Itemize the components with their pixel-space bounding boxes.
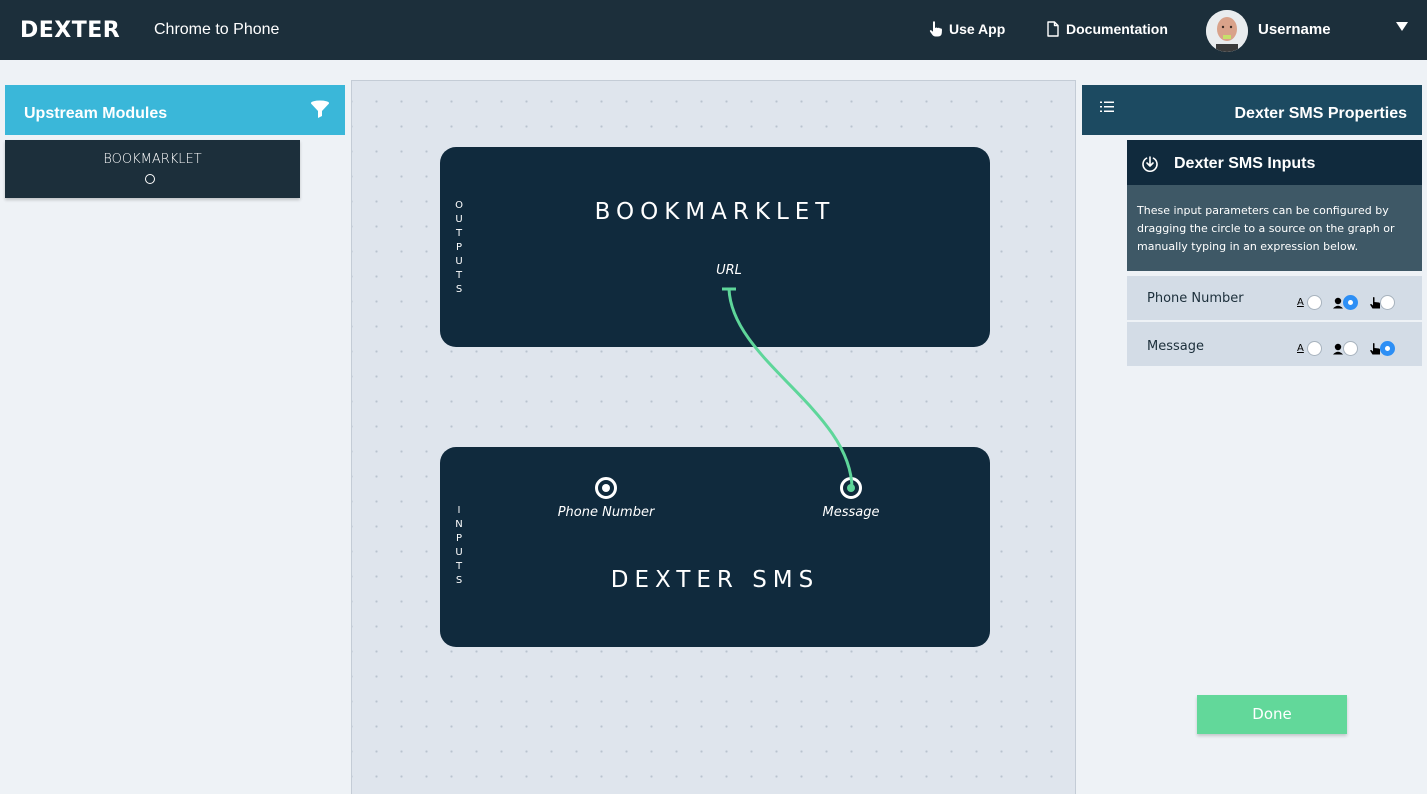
documentation-label: Documentation — [1066, 21, 1168, 37]
param-label: Phone Number — [1147, 291, 1244, 306]
document-icon — [1047, 21, 1059, 37]
avatar[interactable] — [1206, 10, 1248, 52]
text-source-option[interactable]: A — [1297, 295, 1322, 310]
inputs-help-text: These input parameters can be configured… — [1127, 185, 1422, 271]
chevron-down-icon[interactable] — [1396, 22, 1408, 31]
user-icon — [1333, 343, 1343, 354]
param-row-message: Message A — [1127, 322, 1422, 366]
text-source-radio[interactable] — [1307, 341, 1322, 356]
pointer-hand-icon — [929, 21, 942, 37]
pointer-source-radio[interactable] — [1380, 295, 1395, 310]
phone-number-input-port[interactable] — [595, 477, 617, 499]
param-row-phone-number: Phone Number A — [1127, 276, 1422, 320]
pointer-source-option[interactable] — [1370, 295, 1395, 310]
pointer-hand-icon — [1370, 296, 1380, 308]
text-source-radio[interactable] — [1307, 295, 1322, 310]
user-source-option[interactable] — [1333, 295, 1358, 310]
upstream-modules-title: Upstream Modules — [24, 105, 168, 122]
node-title: BOOKMARKLET — [594, 199, 836, 225]
done-button[interactable]: Done — [1197, 695, 1347, 734]
pointer-source-radio[interactable] — [1380, 341, 1395, 356]
bookmarklet-node[interactable]: OUTPUTS BOOKMARKLET URL — [440, 147, 990, 347]
download-icon — [1142, 156, 1158, 172]
user-source-radio[interactable] — [1343, 295, 1358, 310]
inputs-section-header[interactable]: Dexter SMS Inputs — [1127, 140, 1422, 185]
message-port-label: Message — [822, 505, 880, 520]
module-port-circle[interactable] — [145, 174, 155, 184]
use-app-label: Use App — [949, 21, 1006, 37]
upstream-module-bookmarklet[interactable]: BOOKMARKLET — [5, 140, 300, 198]
documentation-link[interactable]: Documentation — [1046, 21, 1168, 37]
text-icon: A — [1297, 296, 1304, 308]
username[interactable]: Username — [1258, 21, 1331, 38]
top-header: DEXTER Chrome to Phone Use App Documenta… — [0, 0, 1427, 60]
use-app-link[interactable]: Use App — [929, 21, 1005, 37]
node-title: DEXTER SMS — [610, 567, 820, 593]
pointer-hand-icon — [1370, 342, 1380, 354]
user-icon — [1333, 297, 1343, 308]
filter-icon[interactable] — [310, 100, 330, 120]
pointer-source-option[interactable] — [1370, 341, 1395, 356]
text-icon: A — [1297, 342, 1304, 354]
dexter-sms-node[interactable]: INPUTS Phone Number Message DEXTER SMS — [440, 447, 990, 647]
text-source-option[interactable]: A — [1297, 341, 1322, 356]
upstream-module-label: BOOKMARKLET — [103, 152, 202, 167]
list-icon[interactable] — [1100, 101, 1114, 113]
user-source-radio[interactable] — [1343, 341, 1358, 356]
url-output-label: URL — [716, 263, 742, 278]
upstream-modules-header: Upstream Modules — [5, 85, 345, 135]
user-source-option[interactable] — [1333, 341, 1358, 356]
properties-header: Dexter SMS Properties — [1082, 85, 1422, 135]
properties-title: Dexter SMS Properties — [1234, 105, 1407, 122]
graph-canvas[interactable]: OUTPUTS BOOKMARKLET URL INPUTS Phone Num… — [351, 80, 1076, 794]
dexter-logo[interactable]: DEXTER — [20, 18, 120, 43]
param-label: Message — [1147, 339, 1204, 354]
message-input-port[interactable] — [840, 477, 862, 499]
inputs-section-title: Dexter SMS Inputs — [1174, 155, 1316, 172]
phone-number-port-label: Phone Number — [557, 505, 655, 520]
app-title: Chrome to Phone — [154, 21, 280, 38]
